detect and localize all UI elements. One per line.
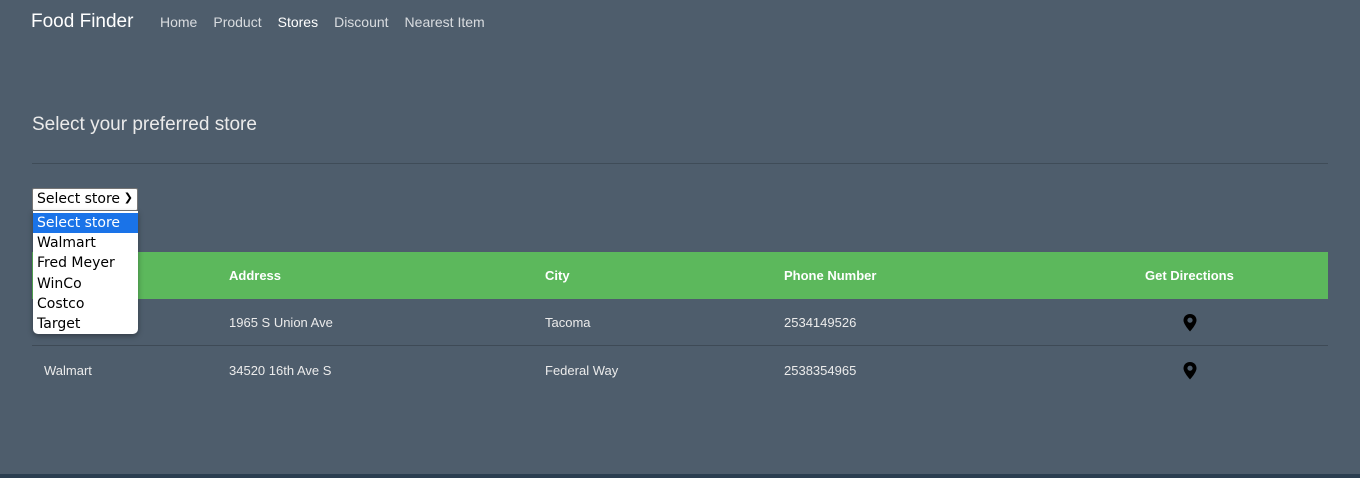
cell-city: Federal Way <box>545 363 619 378</box>
table-row: Walmart 34520 16th Ave S Federal Way 253… <box>32 347 1328 394</box>
dropdown-option-fred-meyer[interactable]: Fred Meyer <box>33 253 138 273</box>
store-select[interactable]: Select store ❯ <box>32 188 138 211</box>
dropdown-option-target[interactable]: Target <box>33 314 138 334</box>
map-pin-icon[interactable] <box>1182 313 1198 333</box>
brand-logo[interactable]: Food Finder <box>31 11 133 33</box>
navbar: Food Finder Home Product Stores Discount… <box>0 0 1360 44</box>
table-row: 1965 S Union Ave Tacoma 2534149526 <box>32 299 1328 346</box>
nav-link-home[interactable]: Home <box>160 14 197 30</box>
nav-link-discount[interactable]: Discount <box>334 14 388 30</box>
divider <box>32 163 1328 164</box>
column-header-city: City <box>545 268 570 283</box>
footer-border <box>0 474 1360 478</box>
nav-link-nearest-item[interactable]: Nearest Item <box>405 14 485 30</box>
store-select-value: Select store <box>37 191 121 207</box>
cell-city: Tacoma <box>545 315 591 330</box>
chevron-down-icon: ❯ <box>123 191 133 204</box>
dropdown-option-walmart[interactable]: Walmart <box>33 233 138 253</box>
page-title: Select your preferred store <box>32 114 257 135</box>
map-pin-icon[interactable] <box>1182 361 1198 381</box>
column-header-directions: Get Directions <box>1145 268 1234 283</box>
dropdown-option-winco[interactable]: WinCo <box>33 274 138 294</box>
nav-link-stores[interactable]: Stores <box>278 14 318 30</box>
cell-address: 34520 16th Ave S <box>229 363 332 378</box>
table-header-row: Address City Phone Number Get Directions <box>32 252 1328 299</box>
cell-address: 1965 S Union Ave <box>229 315 333 330</box>
nav-link-product[interactable]: Product <box>213 14 261 30</box>
dropdown-option-select-store[interactable]: Select store <box>33 213 138 234</box>
dropdown-option-costco[interactable]: Costco <box>33 294 138 314</box>
store-dropdown-list: Select store Walmart Fred Meyer WinCo Co… <box>33 211 138 334</box>
cell-phone: 2534149526 <box>784 315 857 330</box>
column-header-phone: Phone Number <box>784 268 877 283</box>
cell-phone: 2538354965 <box>784 363 857 378</box>
nav-links: Home Product Stores Discount Nearest Ite… <box>160 14 485 30</box>
cell-store: Walmart <box>44 363 92 378</box>
column-header-address: Address <box>229 268 282 283</box>
